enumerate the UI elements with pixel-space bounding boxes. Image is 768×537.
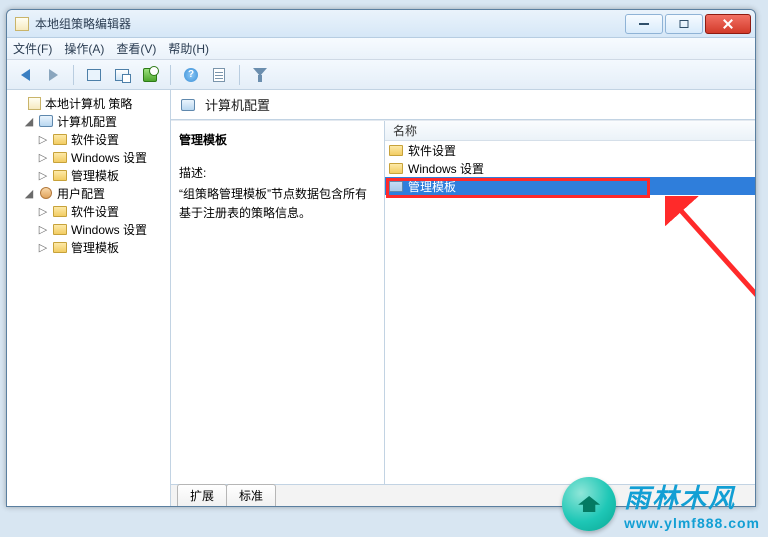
- list-item-selected[interactable]: 管理模板: [385, 177, 755, 195]
- close-button[interactable]: [705, 14, 751, 34]
- content-area: 本地计算机 策略 ◢ 计算机配置 ▷ 软件设置 ▷ Windows 设置 ▷ 管…: [7, 90, 755, 506]
- tree-user-config[interactable]: ◢ 用户配置: [9, 184, 168, 202]
- folder-icon: [53, 242, 67, 253]
- folder-icon: [389, 145, 403, 156]
- window-controls: [623, 14, 751, 34]
- show-tree-button[interactable]: [110, 63, 134, 87]
- toolbar: ?: [7, 60, 755, 90]
- toolbar-separator: [170, 65, 171, 85]
- tree-admin-templates[interactable]: ▷ 管理模板: [9, 166, 168, 184]
- tree-software-settings[interactable]: ▷ 软件设置: [9, 202, 168, 220]
- filter-button[interactable]: [248, 63, 272, 87]
- policy-icon: [28, 97, 41, 110]
- list-item[interactable]: Windows 设置: [385, 159, 755, 177]
- folder-icon: [389, 181, 403, 192]
- folder-up-icon: [87, 69, 101, 81]
- menu-action[interactable]: 操作(A): [64, 40, 104, 57]
- detail-split: 管理模板 描述: “组策略管理模板”节点数据包含所有基于注册表的策略信息。 名称…: [171, 120, 755, 484]
- properties-icon: [213, 68, 225, 82]
- menubar: 文件(F) 操作(A) 查看(V) 帮助(H): [7, 38, 755, 60]
- tree-root[interactable]: 本地计算机 策略: [9, 94, 168, 112]
- description-label: 描述:: [179, 164, 376, 181]
- menu-file[interactable]: 文件(F): [13, 40, 52, 57]
- funnel-icon: [253, 68, 267, 82]
- column-header-name[interactable]: 名称: [385, 121, 755, 141]
- folder-icon: [53, 152, 67, 163]
- list-body[interactable]: 软件设置 Windows 设置 管理模板: [385, 141, 755, 484]
- user-icon: [40, 187, 52, 199]
- tree-windows-settings[interactable]: ▷ Windows 设置: [9, 148, 168, 166]
- export-icon: [143, 68, 157, 82]
- watermark-logo-icon: [562, 477, 616, 531]
- folder-icon: [53, 224, 67, 235]
- toolbar-separator: [239, 65, 240, 85]
- up-button[interactable]: [82, 63, 106, 87]
- tree-admin-templates[interactable]: ▷ 管理模板: [9, 238, 168, 256]
- menu-help[interactable]: 帮助(H): [168, 40, 209, 57]
- folder-icon: [389, 163, 403, 174]
- annotation-arrow: [665, 196, 755, 476]
- selection-title: 管理模板: [179, 131, 376, 148]
- back-button[interactable]: [13, 63, 37, 87]
- tab-standard[interactable]: 标准: [226, 484, 276, 506]
- help-button[interactable]: ?: [179, 63, 203, 87]
- help-icon: ?: [184, 68, 198, 82]
- list-item[interactable]: 软件设置: [385, 141, 755, 159]
- folder-icon: [53, 170, 67, 181]
- menu-view[interactable]: 查看(V): [116, 40, 156, 57]
- export-button[interactable]: [138, 63, 162, 87]
- tree-software-settings[interactable]: ▷ 软件设置: [9, 130, 168, 148]
- window-title: 本地组策略编辑器: [35, 15, 623, 32]
- description-pane: 管理模板 描述: “组策略管理模板”节点数据包含所有基于注册表的策略信息。: [171, 121, 385, 484]
- tree-windows-settings[interactable]: ▷ Windows 设置: [9, 220, 168, 238]
- description-body: “组策略管理模板”节点数据包含所有基于注册表的策略信息。: [179, 185, 376, 223]
- folder-icon: [53, 206, 67, 217]
- properties-button[interactable]: [207, 63, 231, 87]
- list-pane: 名称 软件设置 Windows 设置 管理模板: [385, 121, 755, 484]
- app-icon: [15, 17, 29, 31]
- tree-view-icon: [115, 69, 129, 81]
- arrow-left-icon: [21, 69, 30, 81]
- arrow-right-icon: [49, 69, 58, 81]
- titlebar[interactable]: 本地组策略编辑器: [7, 10, 755, 38]
- maximize-button[interactable]: [665, 14, 703, 34]
- detail-header: 计算机配置: [171, 90, 755, 120]
- watermark-text: 雨林木风 www.ylmf888.com: [624, 478, 760, 531]
- folder-icon: [53, 134, 67, 145]
- tree-computer-config[interactable]: ◢ 计算机配置: [9, 112, 168, 130]
- tab-extended[interactable]: 扩展: [177, 484, 227, 506]
- detail-title: 计算机配置: [205, 95, 270, 114]
- toolbar-separator: [73, 65, 74, 85]
- right-pane: 计算机配置 管理模板 描述: “组策略管理模板”节点数据包含所有基于注册表的策略…: [171, 90, 755, 506]
- gpedit-window: 本地组策略编辑器 文件(F) 操作(A) 查看(V) 帮助(H) ? 本地计算机…: [6, 9, 756, 507]
- minimize-button[interactable]: [625, 14, 663, 34]
- watermark: 雨林木风 www.ylmf888.com: [562, 477, 760, 531]
- computer-icon: [39, 115, 53, 127]
- forward-button[interactable]: [41, 63, 65, 87]
- computer-icon: [181, 99, 195, 111]
- tree-pane[interactable]: 本地计算机 策略 ◢ 计算机配置 ▷ 软件设置 ▷ Windows 设置 ▷ 管…: [7, 90, 171, 506]
